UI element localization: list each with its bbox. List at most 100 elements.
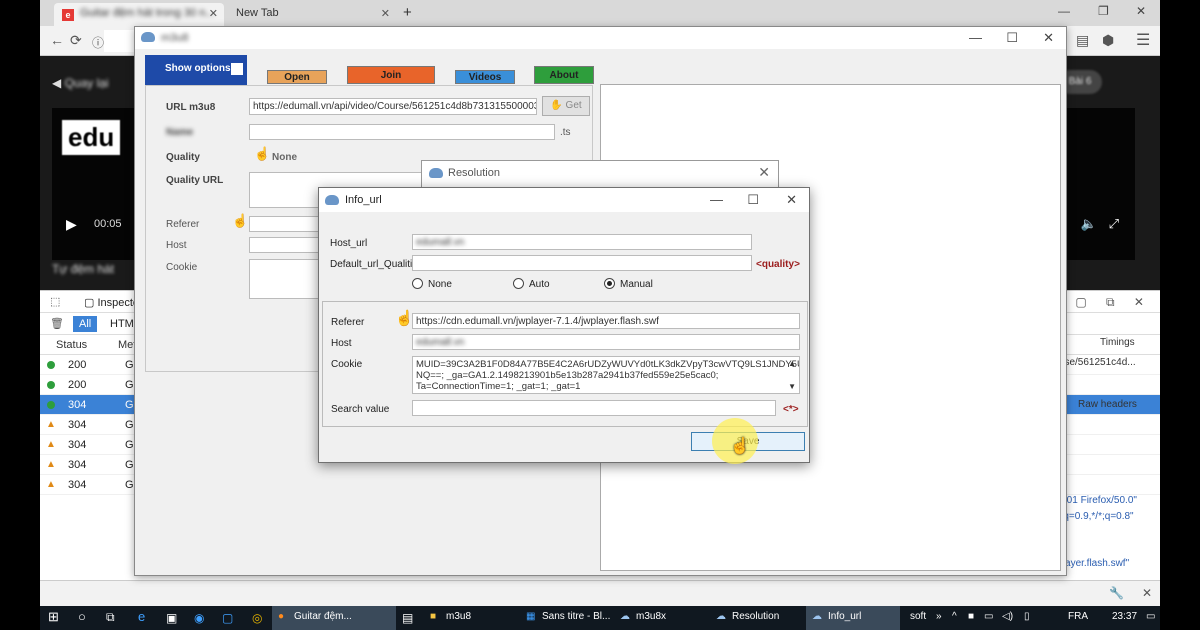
language[interactable]: FRA bbox=[1068, 611, 1088, 622]
cookie-textarea[interactable]: MUID=39C3A2B1F0D84A77B5E4C2A6rUDZyWUVYd0… bbox=[412, 356, 800, 394]
close-icon[interactable]: ✕ bbox=[758, 164, 770, 181]
terminal-icon[interactable]: ▤ bbox=[402, 611, 413, 625]
course-title: Tự đệm hát bbox=[52, 262, 115, 276]
cloud-icon: ☁ bbox=[716, 611, 726, 622]
taskbar-soft[interactable]: soft bbox=[910, 611, 926, 622]
warning-icon: ▲ bbox=[46, 459, 56, 470]
menu-icon[interactable]: ☰ bbox=[1136, 30, 1150, 50]
minimize-icon[interactable]: — bbox=[710, 192, 723, 207]
taskbar-item-2[interactable]: m3u8 bbox=[446, 611, 471, 622]
address-bar[interactable] bbox=[104, 30, 134, 52]
fullscreen-icon[interactable]: ⤢ bbox=[1109, 216, 1119, 232]
radio-none-label: None bbox=[428, 279, 452, 290]
row-method: G bbox=[125, 479, 134, 491]
close-icon[interactable]: ✕ bbox=[786, 192, 797, 208]
overflow-icon[interactable]: » bbox=[936, 611, 942, 622]
get-button[interactable]: ✋ Get bbox=[542, 96, 590, 116]
maximize-icon[interactable]: ❐ bbox=[1098, 4, 1109, 18]
hand-pointer-icon[interactable]: ☝ bbox=[254, 146, 270, 164]
url-input[interactable]: https://edumall.vn/api/video/Course/5612… bbox=[249, 98, 537, 115]
trash-icon[interactable]: 🗑 bbox=[50, 317, 64, 330]
taskbar-item-6[interactable]: Info_url bbox=[828, 611, 861, 622]
pick-element-icon[interactable]: ⬚ bbox=[50, 295, 60, 308]
referer-value: https://cdn.edumall.vn/jwplayer-7.1.4/jw… bbox=[416, 316, 659, 327]
back-arrow-icon[interactable]: ← bbox=[50, 32, 64, 48]
row-method: G bbox=[125, 379, 134, 391]
task-view-icon[interactable]: ⧉ bbox=[106, 610, 115, 625]
taskbar-item-5[interactable]: Resolution bbox=[732, 611, 779, 622]
extension-icon[interactable]: ⬢ bbox=[1102, 32, 1114, 49]
scroll-down-icon[interactable]: ▼ bbox=[788, 381, 796, 392]
scroll-up-icon[interactable]: ▲ bbox=[788, 358, 796, 369]
taskbar-item-4[interactable]: m3u8x bbox=[636, 611, 666, 622]
tab-course[interactable]: e Guitar đệm hát trong 30 n... ✕ bbox=[54, 3, 224, 26]
site-favicon-icon: e bbox=[62, 9, 74, 21]
clock[interactable]: 23:37 bbox=[1112, 611, 1137, 622]
radio-manual[interactable] bbox=[604, 278, 615, 289]
radio-auto-label: Auto bbox=[529, 279, 550, 290]
host-url-input[interactable]: edumall.vn bbox=[412, 234, 752, 250]
close-window-icon[interactable]: ✕ bbox=[1136, 4, 1146, 18]
network-icon[interactable]: ▭ bbox=[984, 611, 993, 622]
close-icon[interactable]: ✕ bbox=[1043, 30, 1054, 46]
column-status[interactable]: Status bbox=[56, 339, 87, 351]
cloud-icon: ☁ bbox=[812, 611, 822, 622]
app-icon[interactable]: ◉ bbox=[194, 611, 204, 625]
details-tab-timings[interactable]: Timings bbox=[1100, 337, 1135, 348]
hand-pointer-icon[interactable]: ☝ bbox=[395, 309, 414, 327]
name-label: Name bbox=[166, 127, 194, 138]
host-label: Host bbox=[331, 338, 352, 349]
tray-icon[interactable]: ■ bbox=[968, 611, 974, 622]
play-icon[interactable]: ▶ bbox=[66, 216, 77, 233]
edge-icon[interactable]: e bbox=[138, 609, 145, 624]
filter-all-button[interactable]: All bbox=[73, 316, 98, 332]
show-options-checkbox[interactable] bbox=[231, 63, 243, 75]
back-link[interactable]: ◀ Quay lại bbox=[52, 76, 109, 90]
maximize-icon[interactable]: ☐ bbox=[747, 192, 759, 208]
chevron-up-icon[interactable]: ^ bbox=[952, 611, 957, 622]
close-icon[interactable]: ✕ bbox=[1142, 586, 1152, 600]
url-label: URL m3u8 bbox=[166, 102, 216, 113]
search-value-input[interactable] bbox=[412, 400, 776, 416]
name-input[interactable] bbox=[249, 124, 555, 140]
raw-headers-button[interactable]: Raw headers bbox=[1078, 399, 1137, 410]
taskbar-item-1[interactable]: Guitar đệm... bbox=[294, 611, 352, 622]
wrench-icon[interactable]: 🔧 bbox=[1109, 586, 1124, 600]
open-button[interactable]: Open bbox=[267, 70, 327, 84]
tab-new-tab[interactable]: New Tab ✕ bbox=[228, 3, 396, 26]
close-icon[interactable]: ✕ bbox=[209, 7, 218, 20]
radio-auto[interactable] bbox=[513, 278, 524, 289]
maximize-icon[interactable]: ☐ bbox=[1006, 30, 1018, 46]
minimize-icon[interactable]: — bbox=[1058, 4, 1070, 18]
default-url-input[interactable] bbox=[412, 255, 752, 271]
radio-none[interactable] bbox=[412, 278, 423, 289]
tab-inspector[interactable]: ▢ Inspecto bbox=[84, 296, 139, 309]
speaker-icon[interactable]: ◁) bbox=[1002, 611, 1013, 622]
host-input[interactable]: edumall.vn bbox=[412, 334, 800, 350]
filter-html-button[interactable]: HTM bbox=[110, 318, 134, 330]
search-icon[interactable]: ○ bbox=[78, 609, 86, 624]
new-tab-button[interactable]: + bbox=[403, 4, 412, 21]
about-button[interactable]: About bbox=[534, 66, 594, 84]
close-icon[interactable]: ✕ bbox=[381, 7, 390, 20]
hand-pointer-icon[interactable]: ☝ bbox=[232, 213, 248, 231]
battery-icon[interactable]: ▯ bbox=[1024, 611, 1030, 622]
referer-input[interactable]: https://cdn.edumall.vn/jwplayer-7.1.4/jw… bbox=[412, 313, 800, 329]
store-icon[interactable]: ▣ bbox=[166, 611, 177, 625]
resolution-title: Resolution bbox=[448, 167, 500, 179]
windows-start-icon[interactable]: ⊞ bbox=[48, 609, 59, 625]
row-status: 304 bbox=[68, 419, 87, 431]
mail-icon[interactable]: ▢ bbox=[222, 611, 233, 625]
join-button[interactable]: Join bbox=[347, 66, 435, 84]
show-options-toggle[interactable]: Show options bbox=[145, 55, 247, 85]
chrome-icon[interactable]: ◎ bbox=[252, 611, 262, 625]
refresh-icon[interactable]: ⟳ bbox=[70, 32, 82, 49]
reading-list-icon[interactable]: ▤ bbox=[1076, 32, 1089, 49]
videos-button[interactable]: Videos bbox=[455, 70, 515, 84]
volume-icon[interactable]: 🔈 bbox=[1081, 216, 1097, 232]
info-icon[interactable]: ⓘ bbox=[92, 34, 104, 51]
row-status: 304 bbox=[68, 479, 87, 491]
minimize-icon[interactable]: — bbox=[969, 30, 982, 45]
notifications-icon[interactable]: ▭ bbox=[1146, 611, 1155, 622]
taskbar-item-3[interactable]: Sans titre - Bl... bbox=[542, 611, 610, 622]
